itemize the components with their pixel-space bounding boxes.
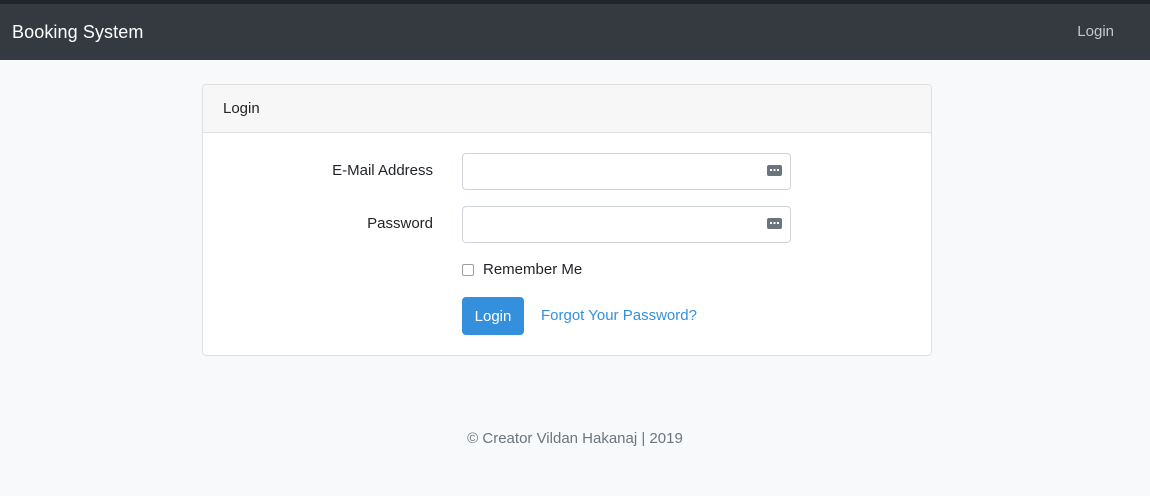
password-label: Password <box>367 215 433 232</box>
password-field[interactable] <box>462 206 791 243</box>
card-header: Login <box>203 85 931 133</box>
remember-me-label[interactable]: Remember Me <box>483 261 582 278</box>
footer-credit: © Creator Vildan Hakanaj | 2019 <box>467 430 683 447</box>
password-manager-icon[interactable] <box>767 165 782 176</box>
login-card: Login E-Mail Address Password Remember M… <box>202 84 932 356</box>
email-field[interactable] <box>462 153 791 190</box>
email-label: E-Mail Address <box>332 162 433 179</box>
password-manager-icon[interactable] <box>767 218 782 229</box>
nav-login-link[interactable]: Login <box>1077 23 1114 40</box>
login-button[interactable]: Login <box>462 297 524 335</box>
forgot-password-link[interactable]: Forgot Your Password? <box>541 307 697 324</box>
top-navbar: Booking System Login <box>0 0 1150 60</box>
brand-title[interactable]: Booking System <box>12 22 143 43</box>
remember-me-checkbox[interactable] <box>462 264 474 276</box>
